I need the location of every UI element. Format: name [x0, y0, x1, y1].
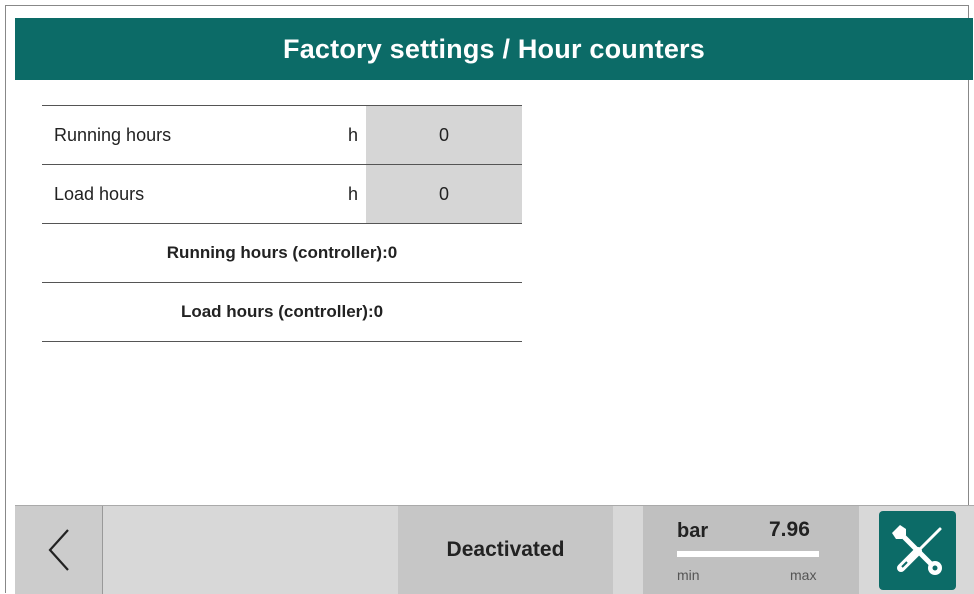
gauge-bar — [677, 551, 819, 557]
footer-bar: Deactivated bar 7.96 min max — [15, 505, 974, 594]
service-tools-button[interactable] — [879, 511, 956, 590]
back-button[interactable] — [15, 506, 103, 594]
counter-label: Load hours — [54, 183, 145, 204]
page-title: Factory settings / Hour counters — [15, 18, 973, 80]
table-row: Load hours h 0 — [42, 164, 522, 223]
chevron-left-icon — [48, 529, 69, 571]
gauge-bar-fill — [677, 551, 819, 557]
wrench-screwdriver-icon — [891, 524, 942, 575]
table-row: Running hours h 0 — [42, 105, 522, 164]
pressure-gauge: bar 7.96 min max — [643, 506, 859, 594]
controller-load-hours: Load hours (controller):0 — [42, 282, 522, 342]
controller-running-hours: Running hours (controller):0 — [42, 223, 522, 282]
counter-unit: h — [348, 124, 359, 145]
gauge-value: 7.96 — [769, 518, 810, 541]
load-hours-input[interactable]: 0 — [366, 165, 522, 223]
gauge-min-label: min — [677, 567, 700, 583]
status-label: Deactivated — [398, 506, 613, 594]
hour-counters-table: Running hours h 0 Load hours h 0 Running… — [42, 105, 522, 342]
gauge-unit: bar — [677, 520, 709, 542]
counter-unit: h — [348, 183, 359, 204]
running-hours-input[interactable]: 0 — [366, 106, 522, 164]
gauge-max-label: max — [790, 567, 817, 583]
counter-label: Running hours — [54, 124, 172, 145]
